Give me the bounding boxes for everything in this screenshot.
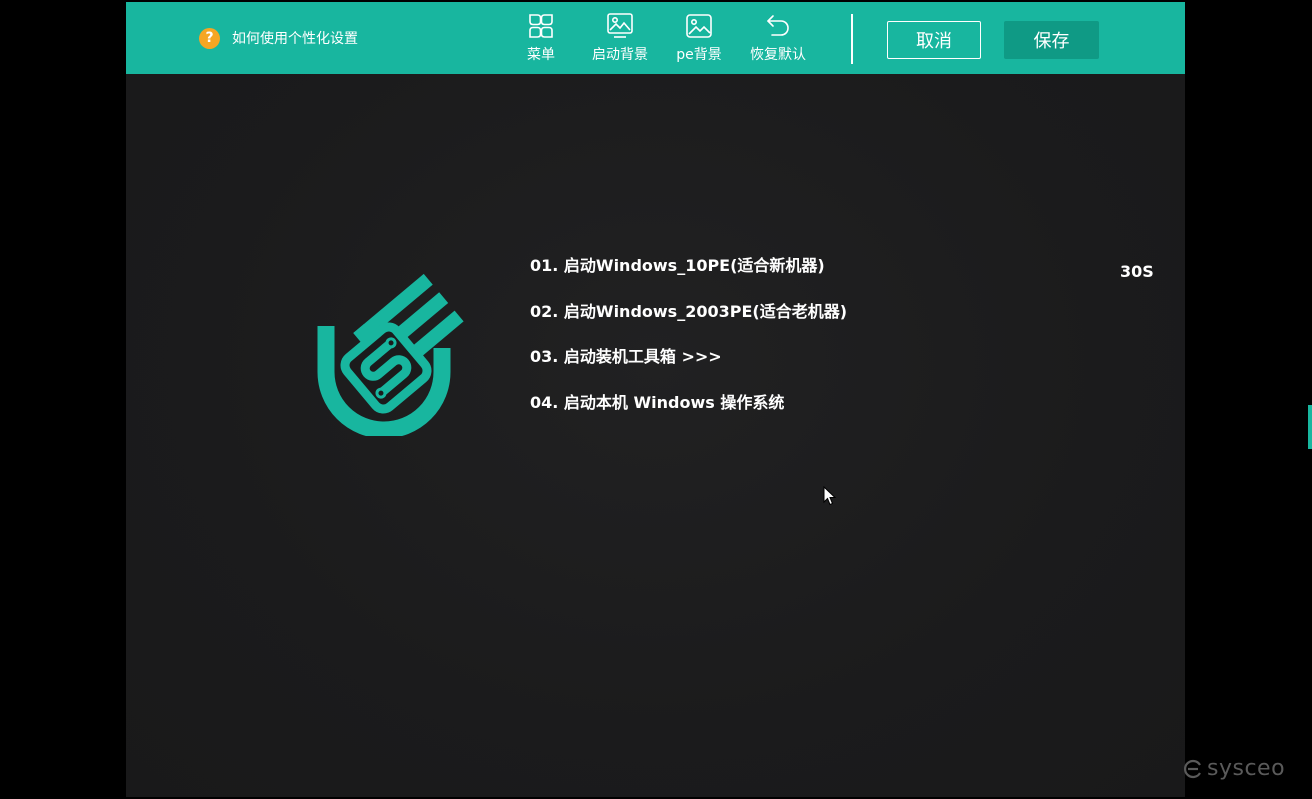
help-link-label: 如何使用个性化设置 — [232, 31, 358, 47]
boot-menu-item[interactable]: 04. 启动本机 Windows 操作系统 — [530, 392, 847, 438]
save-button[interactable]: 保存 — [1004, 21, 1099, 59]
boot-background-tool-label: 启动背景 — [592, 47, 648, 63]
undo-icon — [767, 15, 789, 36]
boot-menu-preview: 01. 启动Windows_10PE(适合新机器) 02. 启动Windows_… — [126, 74, 1185, 797]
us-shield-logo-icon — [317, 273, 464, 436]
watermark-logo-icon — [1183, 759, 1201, 778]
boot-menu-list: 01. 启动Windows_10PE(适合新机器) 02. 启动Windows_… — [530, 255, 847, 437]
menu-grid-icon — [529, 14, 553, 38]
help-link[interactable]: ? 如何使用个性化设置 — [199, 27, 358, 49]
restore-default-tool-button[interactable]: 恢复默认 — [742, 11, 814, 69]
menu-tool-label: 菜单 — [527, 47, 555, 63]
countdown-timer: 30S — [1120, 262, 1154, 281]
pe-background-image-icon — [686, 14, 712, 38]
edge-accent — [1308, 405, 1312, 449]
menu-tool-button[interactable]: 菜单 — [505, 11, 577, 69]
boot-menu-item[interactable]: 01. 启动Windows_10PE(适合新机器) — [530, 255, 847, 301]
pe-background-tool-label: pe背景 — [676, 47, 722, 63]
boot-background-image-icon — [607, 13, 633, 38]
boot-background-tool-button[interactable]: 启动背景 — [584, 11, 656, 69]
help-question-icon: ? — [199, 27, 220, 49]
top-toolbar: ? 如何使用个性化设置 菜单 启动背景 pe背景 恢复默认 取消 保存 — [126, 2, 1185, 74]
cancel-button[interactable]: 取消 — [887, 21, 981, 59]
watermark-text: sysceo — [1207, 756, 1286, 781]
watermark: sysceo — [1182, 756, 1285, 781]
boot-menu-item[interactable]: 02. 启动Windows_2003PE(适合老机器) — [530, 301, 847, 347]
pe-background-tool-button[interactable]: pe背景 — [663, 11, 735, 69]
screen: ? 如何使用个性化设置 菜单 启动背景 pe背景 恢复默认 取消 保存 01. … — [0, 0, 1312, 799]
personalization-window: ? 如何使用个性化设置 菜单 启动背景 pe背景 恢复默认 取消 保存 01. … — [126, 2, 1185, 797]
boot-menu-item[interactable]: 03. 启动装机工具箱 >>> — [530, 346, 847, 392]
mouse-pointer-icon — [823, 486, 837, 506]
toolbar-divider — [851, 14, 853, 64]
restore-default-tool-label: 恢复默认 — [750, 47, 806, 63]
